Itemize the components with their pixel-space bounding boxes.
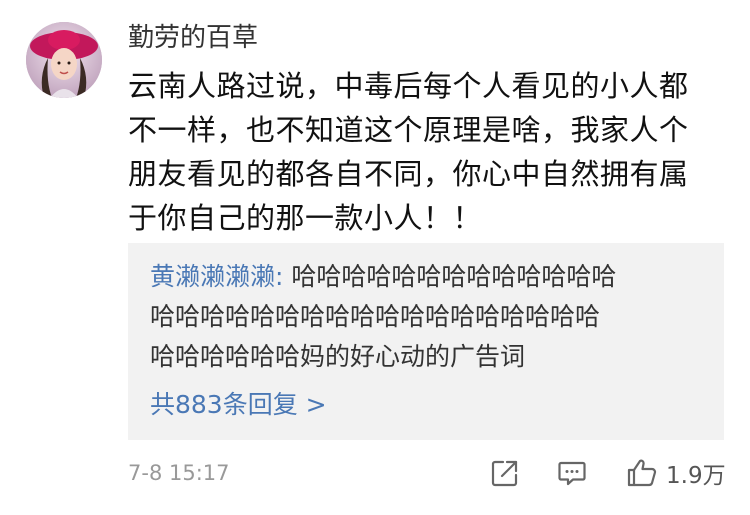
timestamp: 7-8 15:17	[128, 461, 230, 485]
username[interactable]: 勤劳的百草	[128, 20, 258, 56]
comment-line: 云南人路过说，中毒后每个人看见的小人都	[128, 69, 689, 103]
comment-icon	[558, 461, 586, 486]
reply-author[interactable]: 黄濑濑濑濑	[150, 262, 275, 291]
view-replies-link[interactable]: 共883条回复 >	[150, 387, 327, 423]
share-button[interactable]	[490, 456, 520, 490]
reply-preview[interactable]: 黄濑濑濑濑: 哈哈哈哈哈哈哈哈哈哈哈哈哈 哈哈哈哈哈哈哈哈哈哈哈哈哈哈哈哈哈哈 …	[128, 243, 724, 440]
comment-text: 云南人路过说，中毒后每个人看见的小人都 不一样，也不知道这个原理是啥，我家人个 …	[128, 64, 728, 240]
comment-line: 于你自己的那一款小人！！	[128, 201, 483, 235]
reply-text: 黄濑濑濑濑: 哈哈哈哈哈哈哈哈哈哈哈哈哈 哈哈哈哈哈哈哈哈哈哈哈哈哈哈哈哈哈哈 …	[150, 257, 710, 377]
reply-line: 哈哈哈哈哈哈哈哈哈哈哈哈哈哈哈哈哈哈	[150, 302, 601, 331]
like-count: 1.9万	[666, 463, 726, 489]
share-icon	[491, 460, 518, 487]
reply-line: 黄濑濑濑濑: 哈哈哈哈哈哈哈哈哈哈哈哈哈	[150, 257, 710, 297]
reply-body: 哈哈哈哈哈哈哈哈哈哈哈哈哈	[283, 262, 617, 291]
thumbs-up-icon	[627, 459, 657, 487]
reply-line: 哈哈哈哈哈哈妈的好心动的广告词	[150, 342, 526, 371]
avatar-image	[26, 22, 102, 98]
avatar[interactable]	[26, 22, 102, 98]
comment-line: 朋友看见的都各自不同，你心中自然拥有属	[128, 157, 689, 191]
like-button[interactable]: 1.9万	[626, 456, 726, 490]
comment-line: 不一样，也不知道这个原理是啥，我家人个	[128, 113, 689, 147]
comment-button[interactable]	[557, 456, 587, 490]
